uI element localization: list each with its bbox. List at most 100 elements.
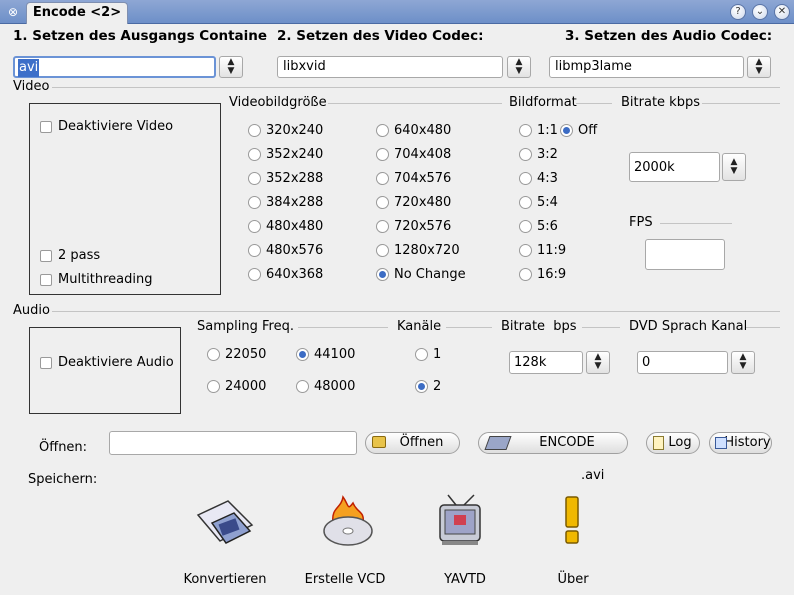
- history-button[interactable]: History: [709, 432, 772, 454]
- open-button[interactable]: Öffnen: [365, 432, 460, 454]
- audio-bitrate-input[interactable]: [510, 352, 582, 373]
- size-radio-352x240[interactable]: [248, 148, 261, 161]
- audio-group-label: Audio: [13, 303, 50, 318]
- aspect-value-label: 3:2: [537, 147, 558, 162]
- video-bitrate-spin[interactable]: ▲ ▼: [722, 153, 746, 181]
- minimize-icon[interactable]: ⌄: [752, 4, 768, 20]
- audio-codec-spin[interactable]: ▲ ▼: [747, 56, 771, 78]
- aspect-radio-11-9[interactable]: [519, 244, 532, 257]
- audio-codec-combo[interactable]: libmp3lame: [549, 56, 744, 78]
- audio-bitrate-label: Bitrate bps: [501, 319, 577, 334]
- size-label: 1280x720: [394, 243, 460, 258]
- container-combo[interactable]: avi: [13, 56, 216, 78]
- audio-bitrate-divider: [582, 327, 620, 328]
- size-radio-1280x720[interactable]: [376, 244, 389, 257]
- size-radio-640x368[interactable]: [248, 268, 261, 281]
- convert-icon[interactable]: [190, 495, 260, 555]
- aspect-radio-1-1[interactable]: [519, 124, 532, 137]
- freq-radio-48000[interactable]: [296, 380, 309, 393]
- freq-radio-22050[interactable]: [207, 348, 220, 361]
- size-label: 480x576: [266, 243, 324, 258]
- channel-label: 2: [433, 379, 442, 394]
- container-spin[interactable]: ▲ ▼: [219, 56, 243, 78]
- audio-bitrate-spin[interactable]: ▲ ▼: [586, 351, 610, 374]
- twopass-checkbox[interactable]: [40, 250, 52, 262]
- aspect-radio-4-3[interactable]: [519, 172, 532, 185]
- size-radio-704x408[interactable]: [376, 148, 389, 161]
- video-bitrate-divider: [702, 103, 780, 104]
- channel-radio-1[interactable]: [415, 348, 428, 361]
- help-icon[interactable]: ?: [730, 4, 746, 20]
- aspect-radio-16-9[interactable]: [519, 268, 532, 281]
- video-bitrate-field[interactable]: [629, 152, 720, 182]
- channels-label: Kanäle: [397, 319, 442, 334]
- close-icon[interactable]: ✕: [774, 4, 790, 20]
- audio-codec-value[interactable]: libmp3lame: [555, 58, 632, 76]
- size-radio-352x288[interactable]: [248, 172, 261, 185]
- window-menu-icon[interactable]: ⊗: [4, 4, 22, 20]
- size-radio-720x480[interactable]: [376, 196, 389, 209]
- dvd-lang-divider: [746, 327, 780, 328]
- video-codec-combo[interactable]: libxvid: [277, 56, 503, 78]
- aspect-value-label: 4:3: [537, 171, 558, 186]
- dvd-lang-spin[interactable]: ▲ ▼: [731, 351, 755, 374]
- disable-audio-checkbox[interactable]: [40, 357, 52, 369]
- size-radio-720x576[interactable]: [376, 220, 389, 233]
- aspect-radio-5-4[interactable]: [519, 196, 532, 209]
- log-button[interactable]: Log: [646, 432, 700, 454]
- size-radio-384x288[interactable]: [248, 196, 261, 209]
- aspect-radio-off[interactable]: [560, 124, 573, 137]
- channel-radio-2[interactable]: [415, 380, 428, 393]
- freq-radio-24000[interactable]: [207, 380, 220, 393]
- size-radio-480x480[interactable]: [248, 220, 261, 233]
- aspect-value-label: 1:1: [537, 123, 558, 138]
- encode-button-label: ENCODE: [539, 435, 595, 450]
- dvd-lang-field[interactable]: [637, 351, 728, 374]
- yavtd-tv-icon[interactable]: [428, 493, 498, 553]
- size-label: 720x576: [394, 219, 452, 234]
- size-radio-320x240[interactable]: [248, 124, 261, 137]
- size-label: 352x288: [266, 171, 324, 186]
- fps-input[interactable]: [646, 240, 724, 269]
- size-radio-no-change[interactable]: [376, 268, 389, 281]
- channel-label: 1: [433, 347, 442, 362]
- video-bitrate-input[interactable]: [630, 153, 719, 181]
- open-path-field[interactable]: [109, 431, 357, 455]
- audio-bitrate-field[interactable]: [509, 351, 583, 374]
- video-divider: [52, 87, 780, 88]
- encode-button[interactable]: ENCODE: [478, 432, 628, 454]
- fps-field[interactable]: [645, 239, 725, 270]
- disable-audio-label: Deaktiviere Audio: [58, 355, 174, 370]
- window-title: Encode <2>: [26, 2, 128, 24]
- aspect-radio-5-6[interactable]: [519, 220, 532, 233]
- video-size-divider: [328, 103, 502, 104]
- log-icon: [653, 436, 664, 450]
- video-codec-spin[interactable]: ▲ ▼: [507, 56, 531, 78]
- size-radio-704x576[interactable]: [376, 172, 389, 185]
- container-combo-value[interactable]: avi: [18, 59, 40, 77]
- size-label: 480x480: [266, 219, 324, 234]
- aspect-label: Bildformat: [509, 95, 577, 110]
- video-bitrate-label: Bitrate kbps: [621, 95, 700, 110]
- size-radio-640x480[interactable]: [376, 124, 389, 137]
- video-codec-heading: 2. Setzen des Video Codec:: [277, 28, 484, 44]
- vcd-burn-icon[interactable]: [313, 493, 383, 553]
- audio-codec-heading: 3. Setzen des Audio Codec:: [565, 28, 773, 44]
- convert-caption[interactable]: Konvertieren: [180, 572, 270, 587]
- multithreading-checkbox[interactable]: [40, 274, 52, 286]
- disable-video-checkbox[interactable]: [40, 121, 52, 133]
- dvd-lang-input[interactable]: [638, 352, 727, 373]
- aspect-radio-3-2[interactable]: [519, 148, 532, 161]
- video-group-label: Video: [13, 79, 50, 94]
- video-codec-value[interactable]: libxvid: [283, 58, 326, 76]
- disable-video-label: Deaktiviere Video: [58, 119, 174, 134]
- multithreading-label: Multithreading: [58, 272, 153, 287]
- about-caption[interactable]: Über: [528, 572, 618, 587]
- open-path-input[interactable]: [110, 432, 356, 454]
- about-info-icon[interactable]: [538, 493, 608, 553]
- freq-radio-44100[interactable]: [296, 348, 309, 361]
- yavtd-caption[interactable]: YAVTD: [420, 572, 510, 587]
- video-size-label: Videobildgröße: [229, 95, 327, 110]
- vcd-caption[interactable]: Erstelle VCD: [300, 572, 390, 587]
- size-radio-480x576[interactable]: [248, 244, 261, 257]
